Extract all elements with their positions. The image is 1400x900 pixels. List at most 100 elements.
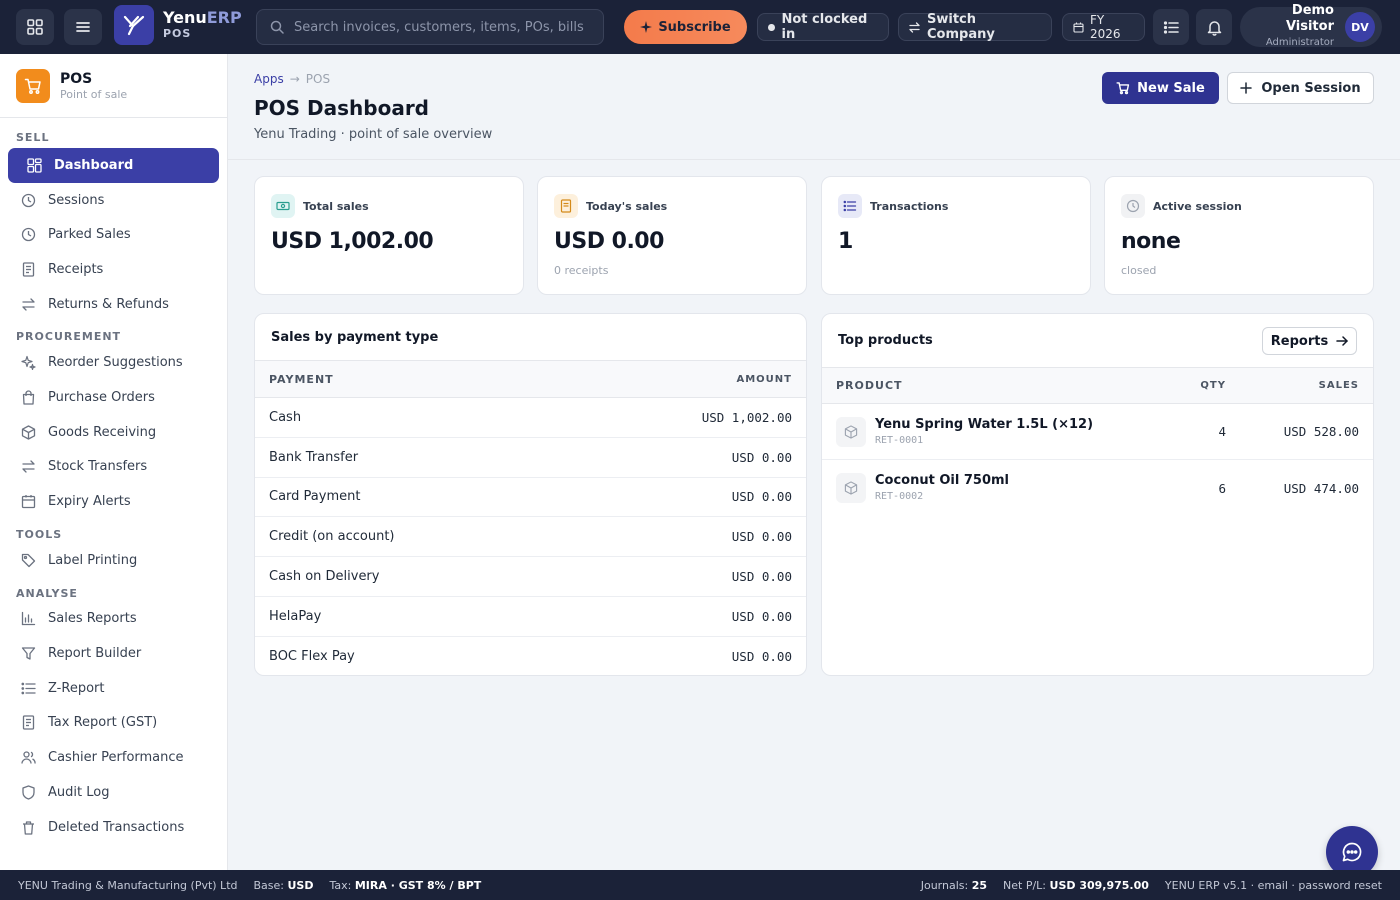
stat-card-todays-sales: Today's sales USD 0.00 0 receipts (537, 176, 807, 295)
user-menu[interactable]: Demo Visitor Administrator DV (1240, 3, 1382, 48)
sparkle-icon (20, 355, 36, 371)
table-row: Bank Transfer USD 0.00 (255, 438, 806, 478)
sidebar-item-goods-receiving[interactable]: Goods Receiving (8, 415, 219, 450)
app-subtitle: Point of sale (60, 87, 128, 101)
avatar[interactable]: DV (1345, 12, 1375, 42)
sidebar-item-report-builder[interactable]: Report Builder (8, 636, 219, 671)
fiscal-year-button[interactable]: FY 2026 (1062, 13, 1145, 41)
switch-company-button[interactable]: Switch Company (898, 12, 1052, 42)
table-row[interactable]: Yenu Spring Water 1.5L (×12) RET-0001 4 … (822, 404, 1373, 460)
table-row: Card Payment USD 0.00 (255, 478, 806, 518)
table-row[interactable]: Coconut Oil 750ml RET-0002 6 USD 474.00 (822, 460, 1373, 516)
calendar-icon (1073, 22, 1084, 33)
column-header-qty: QTY (1200, 380, 1226, 391)
calendar-icon (20, 494, 36, 510)
company-name: YENU Trading & Manufacturing (Pvt) Ltd (18, 878, 238, 892)
sidebar-item-stock-transfers[interactable]: Stock Transfers (8, 450, 219, 485)
product-sales: USD 474.00 (1283, 480, 1359, 496)
sidebar: POS Point of sale SELL Dashboard Session… (0, 54, 228, 870)
clock-icon (20, 192, 36, 208)
cart-icon (16, 68, 50, 103)
section-sell: SELL (16, 131, 50, 144)
swap-arrows-icon (20, 296, 36, 312)
apps-grid-button[interactable] (16, 9, 54, 45)
sidebar-item-tax-report[interactable]: Tax Report (GST) (8, 706, 219, 741)
new-sale-button[interactable]: New Sale (1102, 72, 1219, 104)
clock-icon (20, 227, 36, 243)
sparkle-icon (640, 21, 653, 33)
notifications-button[interactable] (1196, 9, 1232, 45)
stat-card-total-sales: Total sales USD 1,002.00 (254, 176, 524, 295)
table-row: HelaPay USD 0.00 (255, 597, 806, 637)
table-row: BOC Flex Pay USD 0.00 (269, 649, 792, 665)
product-sales: USD 528.00 (1283, 424, 1359, 439)
sidebar-item-audit-log[interactable]: Audit Log (8, 775, 219, 810)
sidebar-item-cashier-performance[interactable]: Cashier Performance (8, 740, 219, 775)
sidebar-item-sessions[interactable]: Sessions (8, 183, 219, 218)
task-list-button[interactable] (1153, 9, 1189, 45)
stat-label: Transactions (870, 199, 949, 213)
sidebar-item-sales-reports[interactable]: Sales Reports (8, 602, 219, 637)
product-name: Yenu Spring Water 1.5L (×12) (875, 416, 1094, 432)
app-name: POS (60, 70, 93, 87)
list-icon (1163, 19, 1180, 36)
bell-icon (1206, 19, 1223, 36)
receipt-icon (20, 715, 36, 731)
section-tools: TOOLS (16, 527, 63, 541)
search-icon (270, 20, 284, 34)
breadcrumb-separator: → (289, 72, 300, 86)
shield-icon (20, 784, 36, 800)
status-dot-icon (768, 23, 775, 31)
apps-grid-icon (26, 18, 44, 36)
filter-icon (20, 646, 36, 662)
breadcrumb-apps-link[interactable]: Apps (254, 72, 284, 86)
stat-label: Total sales (303, 199, 369, 213)
reports-button[interactable]: Reports (1262, 327, 1357, 355)
journals-count: Journals: 25 (920, 878, 988, 892)
bar-chart-icon (20, 611, 36, 627)
status-bar: YENU Trading & Manufacturing (Pvt) Ltd B… (0, 870, 1400, 900)
brand-name: YenuERP (163, 8, 242, 27)
sidebar-item-reorder-suggestions[interactable]: Reorder Suggestions (8, 345, 219, 380)
sidebar-item-receipts[interactable]: Receipts (8, 252, 219, 287)
clock-icon (1121, 194, 1145, 218)
users-icon (20, 750, 36, 766)
stat-note: closed (1121, 264, 1157, 277)
sidebar-item-z-report[interactable]: Z-Report (8, 671, 219, 706)
net-pl: Net P/L: USD 309,975.00 (1003, 878, 1149, 892)
user-name: Demo Visitor (1285, 3, 1334, 34)
list-icon (838, 194, 862, 218)
sidebar-item-returns-refunds[interactable]: Returns & Refunds (8, 287, 219, 322)
sidebar-item-label-printing[interactable]: Label Printing (8, 543, 219, 578)
brand[interactable]: YenuERP POS (114, 5, 242, 45)
menu-toggle-button[interactable] (64, 9, 102, 45)
global-search[interactable] (256, 9, 604, 45)
product-sku: RET-0001 (875, 434, 924, 446)
app-header: POS Point of sale (0, 54, 227, 118)
box-icon (836, 473, 866, 503)
box-icon (836, 416, 866, 447)
cash-icon (271, 194, 295, 218)
payment-table-body: Cash USD 1,002.00 Bank Transfer USD 0.00 C… (255, 398, 806, 675)
table-row: Cash on Delivery USD 0.00 (255, 557, 806, 597)
header-divider (228, 159, 1400, 160)
open-session-button[interactable]: Open Session (1227, 72, 1374, 104)
clock-status-button[interactable]: Not clocked in (757, 12, 889, 42)
table-header: PAYMENT AMOUNT (255, 360, 806, 398)
sidebar-item-deleted-transactions[interactable]: Deleted Transactions (8, 810, 219, 845)
dashboard-icon (26, 157, 42, 173)
column-header-product: PRODUCT (836, 379, 903, 392)
product-qty: 6 (1218, 480, 1226, 496)
search-input[interactable] (294, 19, 584, 35)
products-table-body: Yenu Spring Water 1.5L (×12) RET-0001 4 … (822, 404, 1373, 516)
swap-arrows-icon (20, 459, 36, 475)
sidebar-item-parked-sales[interactable]: Parked Sales (8, 217, 219, 252)
subscribe-button[interactable]: Subscribe (624, 10, 747, 44)
sidebar-item-dashboard[interactable]: Dashboard (8, 148, 219, 183)
sidebar-item-expiry-alerts[interactable]: Expiry Alerts (8, 484, 219, 519)
product-sku: RET-0002 (875, 491, 924, 502)
stat-label: Today's sales (586, 199, 668, 213)
sidebar-item-purchase-orders[interactable]: Purchase Orders (8, 380, 219, 415)
version-info: YENU ERP v5.1 · email · password reset (1164, 878, 1382, 892)
trash-icon (20, 819, 36, 835)
